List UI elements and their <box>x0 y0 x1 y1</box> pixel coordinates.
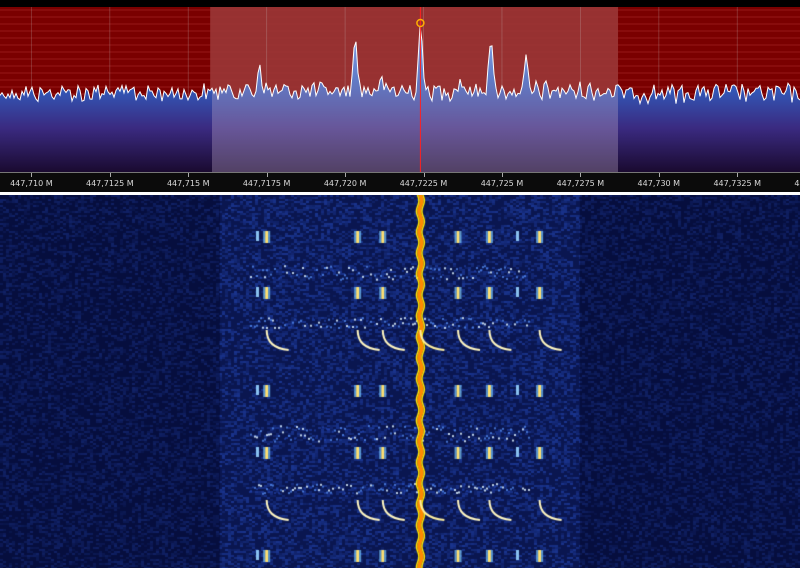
spectrum-top-bar <box>0 0 800 7</box>
axis-tick-label: 447,715 M <box>166 179 210 188</box>
spectrum-plot <box>0 0 800 172</box>
axis-tick-mark <box>345 173 347 177</box>
axis-tick-mark <box>737 173 739 177</box>
axis-tick-label: 447,7125 M <box>85 179 134 188</box>
axis-tick-mark <box>31 173 33 177</box>
axis-tick-mark <box>109 173 111 177</box>
frequency-axis: 447,710 M 447,7125 M 447,715 M 447,7175 M 44… <box>0 172 800 193</box>
sdr-waterfall-display: 447,710 M 447,7125 M 447,715 M 447,7175 M 44… <box>0 0 800 568</box>
axis-tick-label: 447,7325 M <box>713 179 762 188</box>
axis-tick-label: 447,725 M <box>480 179 524 188</box>
axis-tick-mark <box>266 173 268 177</box>
axis-tick-label: 447,730 M <box>637 179 681 188</box>
axis-tick-mark <box>188 173 190 177</box>
waterfall-panel[interactable] <box>0 195 800 568</box>
axis-tick-label: 447,7225 M <box>399 179 448 188</box>
axis-tick-label: 447,710 M <box>10 179 53 188</box>
axis-tick-mark <box>501 173 503 177</box>
axis-tick-label: 447,7275 M <box>556 179 605 188</box>
axis-tick-label: 447,7175 M <box>242 179 291 188</box>
axis-tick-mark <box>423 173 425 177</box>
axis-tick-mark <box>580 173 582 177</box>
spectrum-panel[interactable] <box>0 0 800 172</box>
axis-tick-label: 447,735 M <box>794 179 800 188</box>
axis-tick-mark <box>658 173 660 177</box>
axis-tick-label: 447,720 M <box>323 179 367 188</box>
